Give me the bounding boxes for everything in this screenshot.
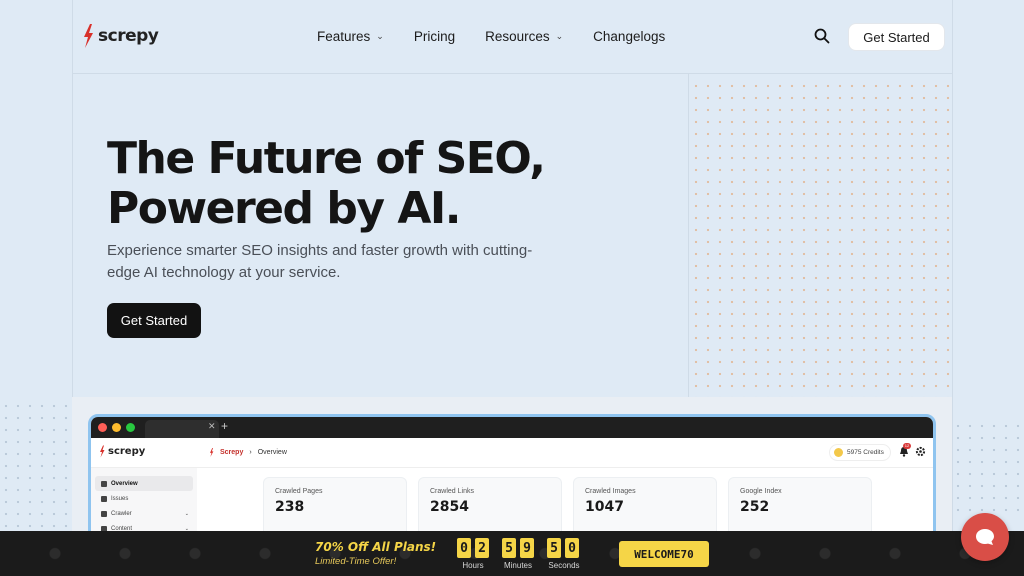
promo-text: 70% Off All Plans! Limited-Time Offer!	[315, 540, 436, 567]
countdown-digit: 0	[457, 538, 471, 558]
countdown-digit: 9	[520, 538, 534, 558]
nav-item-features[interactable]: Features ⌄	[317, 29, 384, 44]
get-started-hero-button[interactable]: Get Started	[107, 303, 201, 338]
nav-item-label: Changelogs	[593, 29, 666, 44]
logo[interactable]: screpy	[82, 24, 159, 48]
countdown-digit: 0	[565, 538, 579, 558]
stat-label: Crawled Pages	[275, 488, 323, 495]
dot-pattern-right	[690, 80, 952, 397]
countdown-digit: 5	[547, 538, 561, 558]
dot-pattern-bottom-right	[952, 420, 1024, 520]
new-tab-icon: +	[221, 419, 229, 433]
main-nav: Features ⌄ Pricing Resources ⌄ Changelog…	[317, 29, 695, 44]
countdown-digit: 2	[475, 538, 489, 558]
stat-card-crawled-pages: Crawled Pages 238	[263, 477, 407, 537]
logo-bolt-icon	[210, 448, 214, 457]
chat-bubble-icon	[976, 529, 994, 545]
promo-title: 70% Off All Plans!	[315, 540, 437, 554]
maximize-dot-icon	[126, 423, 135, 432]
coin-icon	[834, 448, 843, 457]
chat-widget-button[interactable]	[961, 513, 1009, 561]
breadcrumb-separator: ›	[249, 449, 252, 456]
tab-close-icon: ✕	[208, 421, 216, 431]
stat-card-google-index: Google Index 252	[728, 477, 872, 537]
logo-bolt-icon	[100, 445, 105, 458]
credits-label: 5975 Credits	[847, 449, 884, 456]
credits-badge: 5975 Credits	[829, 444, 891, 461]
promo-subtitle: Limited-Time Offer!	[315, 556, 397, 567]
countdown-hours-label: Hours	[462, 561, 484, 570]
search-icon[interactable]	[814, 28, 830, 44]
crawler-icon	[101, 510, 107, 517]
dot-pattern-left	[0, 400, 72, 531]
get-started-header-button[interactable]: Get Started	[848, 23, 945, 51]
nav-item-label: Pricing	[413, 29, 456, 44]
promo-bar: 70% Off All Plans! Limited-Time Offer! 0…	[0, 531, 1024, 576]
breadcrumb: Screpy › Overview	[209, 448, 287, 457]
stat-value: 2854	[430, 499, 469, 515]
gear-icon	[915, 446, 926, 457]
bar-chart-icon	[101, 495, 107, 502]
app-logo-text: screpy	[108, 446, 146, 457]
frame-line-header	[72, 73, 952, 74]
sidebar-item-crawler: Crawler ⌄	[95, 506, 193, 521]
countdown-seconds-label: Seconds	[548, 561, 580, 570]
close-dot-icon	[98, 423, 107, 432]
notification-badge: 12	[903, 443, 911, 449]
sidebar-item-issues: Issues	[95, 491, 193, 506]
minimize-dot-icon	[112, 423, 121, 432]
hero-subtitle: Experience smarter SEO insights and fast…	[107, 240, 537, 284]
hero-subtitle-line2: edge AI technology at your service.	[107, 264, 341, 281]
hero-title-line1: The Future of SEO,	[107, 133, 546, 184]
breadcrumb-page: Overview	[257, 449, 287, 456]
nav-item-pricing[interactable]: Pricing	[414, 29, 455, 44]
stat-label: Crawled Links	[430, 488, 474, 495]
logo-bolt-icon	[84, 24, 93, 48]
stat-value: 252	[740, 499, 770, 515]
chevron-down-icon: ⌄	[376, 31, 384, 41]
hero-title-line2: Powered by AI.	[107, 183, 461, 234]
logo-text: screpy	[98, 26, 159, 46]
frame-line-mid	[688, 73, 689, 397]
stat-value: 238	[275, 499, 305, 515]
breadcrumb-brand: Screpy	[220, 449, 244, 456]
sidebar-item-overview: Overview	[95, 476, 193, 491]
stat-card-crawled-links: Crawled Links 2854	[418, 477, 562, 537]
coupon-code-button[interactable]: WELCOME70	[619, 541, 709, 567]
nav-item-label: Features	[317, 29, 371, 44]
chevron-down-icon: ⌄	[184, 510, 189, 517]
hero-title: The Future of SEO, Powered by AI.	[107, 134, 667, 234]
stat-card-crawled-images: Crawled Images 1047	[573, 477, 717, 537]
nav-item-resources[interactable]: Resources ⌄	[485, 29, 563, 44]
sidebar-item-label: Crawler	[111, 510, 132, 517]
stat-label: Crawled Images	[585, 488, 636, 495]
stat-value: 1047	[585, 499, 624, 515]
sidebar-item-label: Issues	[111, 495, 129, 502]
countdown-minutes-label: Minutes	[503, 561, 532, 570]
home-icon	[101, 480, 107, 487]
stat-label: Google Index	[740, 488, 782, 495]
app-logo: screpy	[99, 445, 145, 458]
nav-item-label: Resources	[485, 29, 550, 44]
chevron-down-icon: ⌄	[555, 31, 564, 41]
hero-subtitle-line1: Experience smarter SEO insights and fast…	[107, 242, 533, 259]
nav-item-changelogs[interactable]: Changelogs	[593, 29, 665, 44]
app-topbar: screpy Screpy › Overview 5975 Credits 12	[91, 438, 933, 468]
countdown-digit: 5	[502, 538, 516, 558]
browser-titlebar: ✕ +	[91, 417, 933, 438]
sidebar-item-label: Overview	[111, 480, 138, 487]
